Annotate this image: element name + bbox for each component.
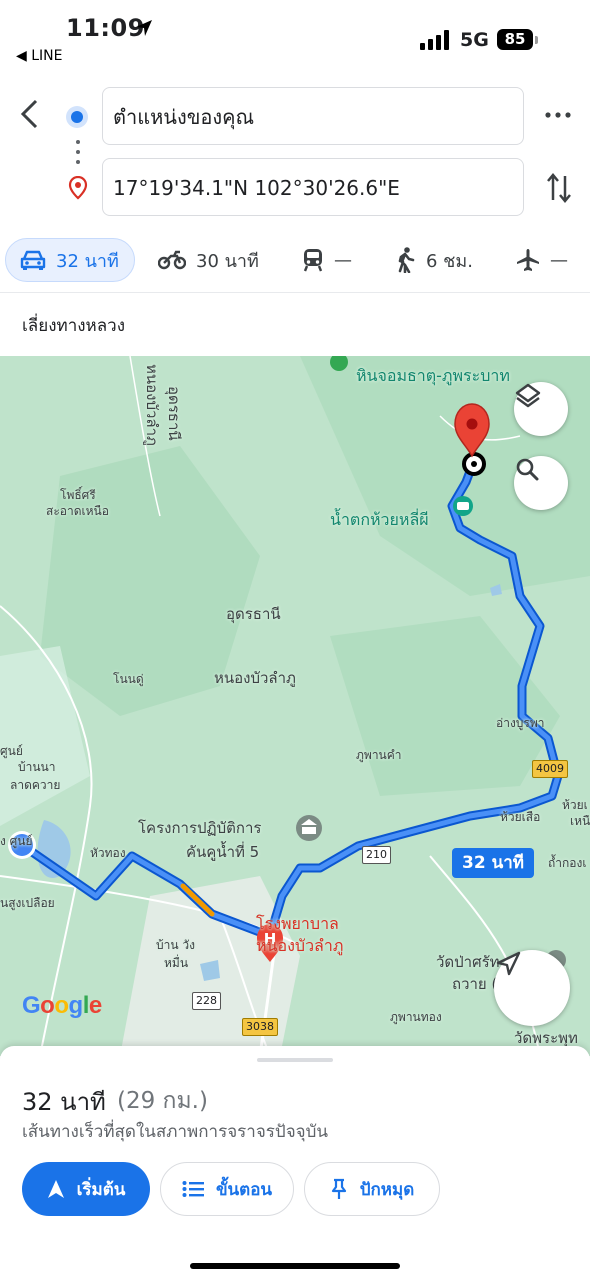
signal-icon	[420, 30, 449, 50]
map-label-udon: อุดรธานี	[226, 605, 281, 623]
location-arrow-icon	[136, 20, 152, 36]
route-duration-badge[interactable]: 32 นาที	[452, 848, 534, 878]
map-label-waterfall[interactable]: น้ำตกห้วยหลี่ผี	[330, 508, 429, 533]
pin-button[interactable]: ปักหมุด	[304, 1162, 440, 1216]
map-label-ban-wang: บ้าน วัง	[156, 938, 195, 952]
map-label-muen: หมื่น	[164, 956, 189, 970]
road-shield-210: 210	[362, 846, 391, 864]
road-shield-3038: 3038	[242, 1018, 278, 1036]
battery-icon: 85	[497, 29, 533, 50]
map-label-sa-at-nuea: สะอาดเหนือ	[46, 504, 109, 518]
mode-flight-label: —	[550, 249, 568, 271]
map-label-left-sun: ง ศูนย์	[0, 834, 33, 848]
route-dots	[76, 150, 80, 154]
back-arrow-icon[interactable]	[18, 98, 44, 130]
walk-icon	[398, 247, 415, 273]
start-navigation-button[interactable]: เริ่มต้น	[22, 1162, 150, 1216]
pin-label: ปักหมุด	[359, 1179, 415, 1200]
motorbike-icon	[158, 250, 186, 270]
road-shield-4009: 4009	[532, 760, 568, 778]
mode-flight-tab[interactable]: —	[516, 238, 568, 282]
swap-icon[interactable]	[545, 172, 573, 204]
car-icon	[20, 250, 46, 270]
route-dots	[76, 160, 80, 164]
route-summary-sheet[interactable]: 32 นาที (29 กม.) เส้นทางเร็วที่สุดในสภาพ…	[0, 1046, 590, 1280]
battery-tip	[535, 36, 538, 44]
travel-mode-bar: 32 นาที 30 นาที — 6 ชม. —	[0, 232, 590, 290]
flight-icon	[517, 249, 539, 271]
train-icon	[303, 249, 323, 272]
map-label-phu-phan-kham: ภูพานคำ	[356, 748, 402, 762]
origin-dot-icon	[66, 106, 88, 128]
map-label-udon-rotated: อุดรธานี	[165, 386, 183, 441]
home-indicator	[190, 1263, 400, 1269]
map-label-hospital-2[interactable]: หนองบัวลำภู	[256, 934, 343, 959]
divider	[0, 292, 590, 293]
mode-driving-label: 32 นาที	[56, 250, 119, 272]
route-dots	[76, 140, 80, 144]
map-view[interactable]: H อุดรธานี หนองบัวลำภู หินจอมธาตุ-ภูพระบ…	[0, 356, 590, 1056]
sheet-drag-handle[interactable]	[257, 1058, 333, 1062]
map-label-phu-phan-thong: ภูพานทอง	[390, 1010, 442, 1024]
route-note: เส้นทางเร็วที่สุดในสภาพการจราจรปัจจุบัน	[22, 1122, 329, 1142]
more-options-icon[interactable]	[545, 110, 571, 120]
map-label-nongbua-rotated: หนองบัวลำภู	[143, 364, 161, 446]
destination-input[interactable]: 17°19'34.1"N 102°30'26.6"E	[102, 158, 524, 216]
network-type: 5G	[460, 29, 489, 51]
map-label-lat-khwai: ลาดควาย	[10, 778, 61, 792]
mode-walk-tab[interactable]: 6 ชม.	[396, 238, 473, 282]
origin-input[interactable]: ตำแหน่งของคุณ	[102, 87, 524, 145]
map-label-huai-suea: ห้วยเสือ	[500, 810, 541, 824]
recenter-button[interactable]	[494, 950, 570, 1026]
mode-motorbike-tab[interactable]: 30 นาที	[158, 238, 259, 282]
map-label-nongbua: หนองบัวลำภู	[214, 669, 296, 687]
list-icon	[182, 1181, 204, 1197]
destination-pin-icon	[68, 176, 88, 200]
map-label-non-du: โนนดู่	[113, 672, 144, 686]
mode-transit-label: —	[334, 249, 352, 271]
search-along-route-button[interactable]	[514, 456, 568, 510]
map-label-project-2[interactable]: คันคูน้ำที่ 5	[186, 840, 259, 864]
map-label-nuea: เหนื	[570, 814, 590, 828]
map-label-rock-pillar[interactable]: หินจอมธาตุ-ภูพระบาท	[356, 364, 510, 389]
map-label-ban-na: บ้านนา	[18, 760, 56, 774]
navigation-start-icon	[47, 1180, 64, 1198]
map-label-tham-kong: ถ้ำกองเ	[548, 856, 587, 870]
trip-distance: (29 กม.)	[117, 1088, 208, 1114]
layers-icon	[515, 383, 541, 408]
mode-motorbike-label: 30 นาที	[196, 250, 259, 272]
navigation-arrow-icon	[496, 951, 521, 976]
mode-driving-tab[interactable]: 32 นาที	[5, 238, 135, 282]
mode-walk-label: 6 ชม.	[426, 250, 473, 272]
back-to-app[interactable]: ◀ LINE	[16, 48, 62, 64]
mode-transit-tab[interactable]: —	[302, 238, 352, 282]
steps-label: ขั้นตอน	[215, 1179, 273, 1200]
map-label-project[interactable]: โครงการปฏิบัติการ	[138, 816, 261, 840]
avoid-highways-option[interactable]: เลี่ยงทางหลวง	[22, 312, 125, 339]
pin-icon	[331, 1178, 346, 1199]
map-label-wat-pa[interactable]: วัดป่าศรัท	[436, 950, 500, 974]
map-label-hua-thong: หัวทอง	[90, 846, 126, 860]
start-label: เริ่มต้น	[76, 1179, 126, 1200]
google-logo: Google	[22, 992, 102, 1019]
layers-button[interactable]	[514, 382, 568, 436]
search-icon	[516, 458, 539, 481]
trip-duration: 32 นาที	[22, 1088, 106, 1116]
map-label-nong-sung: นสูงเปลือย	[0, 896, 55, 910]
road-shield-228: 228	[192, 992, 221, 1010]
steps-button[interactable]: ขั้นตอน	[160, 1162, 294, 1216]
map-label-ang-burapha: อ่างบูรพา	[496, 716, 545, 730]
